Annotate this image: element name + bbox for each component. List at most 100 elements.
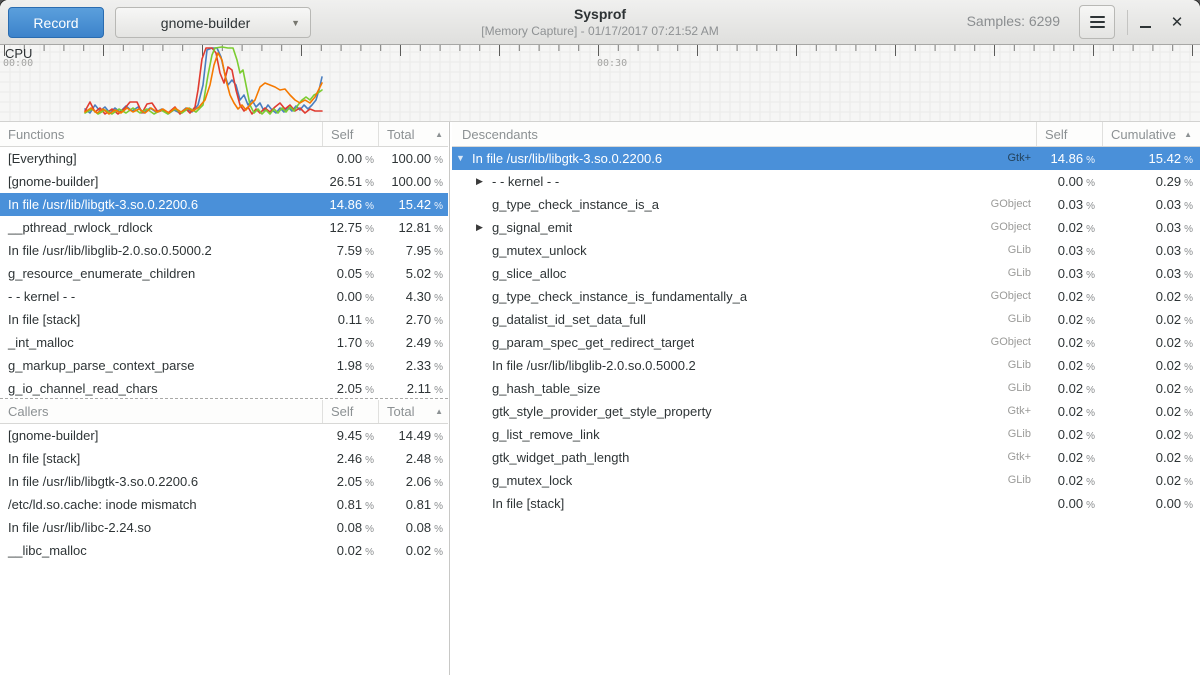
descendants-table-row[interactable]: g_param_spec_get_redirect_targetGObject0… [452, 331, 1200, 354]
self-percent: 0.00% [1037, 492, 1103, 515]
percent-sign: % [1086, 431, 1095, 442]
descendants-table-row[interactable]: g_mutex_lockGLib0.02%0.02% [452, 469, 1200, 492]
library-badge: GObject [983, 216, 1031, 239]
self-percent: 0.02% [323, 539, 379, 562]
descendants-table-row[interactable]: g_mutex_unlockGLib0.03%0.03% [452, 239, 1200, 262]
functions-table-row[interactable]: g_markup_parse_context_parse1.98%2.33% [0, 354, 448, 377]
descendants-table-row[interactable]: g_datalist_id_set_data_fullGLib0.02%0.02… [452, 308, 1200, 331]
descendants-table-row[interactable]: In file [stack]0.00%0.00% [452, 492, 1200, 515]
percent-sign: % [1184, 224, 1193, 235]
column-header-self[interactable]: Self [323, 400, 379, 423]
descendants-table-row[interactable]: gtk_widget_path_lengthGtk+0.02%0.02% [452, 446, 1200, 469]
total-percent: 0.02% [379, 539, 448, 562]
total-percent: 2.33% [379, 354, 448, 377]
functions-table-row[interactable]: In file [stack]0.11%2.70% [0, 308, 448, 331]
percent-sign: % [1184, 385, 1193, 396]
descendants-table-row[interactable]: g_slice_allocGLib0.03%0.03% [452, 262, 1200, 285]
descendants-table-row[interactable]: g_hash_table_sizeGLib0.02%0.02% [452, 377, 1200, 400]
cpu-graph[interactable]: CPU 00:00 00:30 [0, 45, 1200, 122]
function-name: g_signal_emit [492, 216, 572, 239]
library-badge: GLib [1000, 308, 1031, 331]
callers-table: [gnome-builder]9.45%14.49%In file [stack… [0, 424, 448, 562]
self-percent: 0.05% [323, 262, 379, 285]
record-button[interactable]: Record [8, 7, 104, 38]
sysprof-window: Record gnome-builder ▼ Sysprof [Memory C… [0, 0, 1200, 675]
function-name: _int_malloc [0, 331, 323, 354]
descendants-table-row[interactable]: In file /usr/lib/libglib-2.0.so.0.5000.2… [452, 354, 1200, 377]
self-percent: 2.05% [323, 377, 379, 398]
percent-sign: % [1086, 247, 1095, 258]
percent-sign: % [365, 155, 374, 166]
descendants-table-row[interactable]: gtk_style_provider_get_style_propertyGtk… [452, 400, 1200, 423]
functions-table-row[interactable]: [Everything]0.00%100.00% [0, 147, 448, 170]
descendants-table-row[interactable]: g_list_remove_linkGLib0.02%0.02% [452, 423, 1200, 446]
total-percent: 4.30% [379, 285, 448, 308]
callers-table-row[interactable]: __libc_malloc0.02%0.02% [0, 539, 448, 562]
self-percent: 0.11% [323, 308, 379, 331]
callers-table-row[interactable]: [gnome-builder]9.45%14.49% [0, 424, 448, 447]
self-percent: 0.03% [1037, 239, 1103, 262]
header-bar: Record gnome-builder ▼ Sysprof [Memory C… [0, 0, 1200, 45]
self-percent: 0.02% [1037, 354, 1103, 377]
function-name: g_list_remove_link [492, 423, 600, 446]
descendants-table-row[interactable]: g_type_check_instance_is_fundamentally_a… [452, 285, 1200, 308]
percent-sign: % [434, 201, 443, 212]
column-header-descendants[interactable]: Descendants [452, 122, 1037, 146]
callers-table-row[interactable]: /etc/ld.so.cache: inode mismatch0.81%0.8… [0, 493, 448, 516]
minimize-button[interactable] [1132, 8, 1158, 36]
cumulative-percent: 0.00% [1103, 492, 1200, 515]
process-selector-dropdown[interactable]: gnome-builder ▼ [115, 7, 311, 38]
percent-sign: % [365, 432, 374, 443]
expander-down-icon[interactable]: ▼ [456, 147, 472, 170]
column-header-cumulative[interactable]: Cumulative▲ [1103, 122, 1200, 146]
column-header-total[interactable]: Total▲ [379, 122, 448, 146]
self-percent: 0.02% [1037, 446, 1103, 469]
self-percent: 1.98% [323, 354, 379, 377]
functions-table-row[interactable]: - - kernel - -0.00%4.30% [0, 285, 448, 308]
percent-sign: % [1184, 454, 1193, 465]
column-header-self[interactable]: Self [1037, 122, 1103, 146]
percent-sign: % [434, 362, 443, 373]
main-content: Functions Self Total▲ [Everything]0.00%1… [0, 122, 1200, 675]
function-name: g_hash_table_size [492, 377, 600, 400]
function-name: gtk_style_provider_get_style_property [492, 400, 712, 423]
self-percent: 14.86% [323, 193, 379, 216]
menu-button[interactable] [1079, 5, 1115, 39]
column-header-total[interactable]: Total▲ [379, 400, 448, 423]
percent-sign: % [434, 270, 443, 281]
functions-table-row[interactable]: In file /usr/lib/libgtk-3.so.0.2200.614.… [0, 193, 448, 216]
close-button[interactable]: ✕ [1164, 8, 1190, 36]
functions-table-row[interactable]: [gnome-builder]26.51%100.00% [0, 170, 448, 193]
callers-table-row[interactable]: In file /usr/lib/libgtk-3.so.0.2200.62.0… [0, 470, 448, 493]
percent-sign: % [1086, 224, 1095, 235]
descendants-table-row[interactable]: ▼In file /usr/lib/libgtk-3.so.0.2200.6Gt… [452, 147, 1200, 170]
descendants-table-row[interactable]: g_type_check_instance_is_aGObject0.03%0.… [452, 193, 1200, 216]
functions-table: [Everything]0.00%100.00%[gnome-builder]2… [0, 147, 448, 398]
function-name: In file /usr/lib/libgtk-3.so.0.2200.6 [0, 193, 323, 216]
callers-table-header: Callers Self Total▲ [0, 400, 448, 424]
callers-table-row[interactable]: In file [stack]2.46%2.48% [0, 447, 448, 470]
self-percent: 0.03% [1037, 262, 1103, 285]
expander-right-icon[interactable]: ▶ [476, 216, 492, 239]
expander-right-icon[interactable]: ▶ [476, 170, 492, 193]
descendants-table-row[interactable]: ▶g_signal_emitGObject0.02%0.03% [452, 216, 1200, 239]
column-header-functions[interactable]: Functions [0, 122, 323, 146]
functions-table-row[interactable]: g_resource_enumerate_children0.05%5.02% [0, 262, 448, 285]
percent-sign: % [434, 316, 443, 327]
functions-table-header: Functions Self Total▲ [0, 122, 448, 147]
callers-table-row[interactable]: In file /usr/lib/libc-2.24.so0.08%0.08% [0, 516, 448, 539]
functions-table-row[interactable]: In file /usr/lib/libglib-2.0.so.0.5000.2… [0, 239, 448, 262]
column-header-callers[interactable]: Callers [0, 400, 323, 423]
functions-table-row[interactable]: __pthread_rwlock_rdlock12.75%12.81% [0, 216, 448, 239]
percent-sign: % [434, 247, 443, 258]
self-percent: 0.08% [323, 516, 379, 539]
column-header-self[interactable]: Self [323, 122, 379, 146]
function-name: __libc_malloc [0, 539, 323, 562]
functions-table-row[interactable]: g_io_channel_read_chars2.05%2.11% [0, 377, 448, 398]
descendants-table-row[interactable]: ▶- - kernel - -0.00%0.29% [452, 170, 1200, 193]
cpu-graph-canvas [0, 45, 1200, 122]
functions-table-row[interactable]: _int_malloc1.70%2.49% [0, 331, 448, 354]
descendants-table: ▼In file /usr/lib/libgtk-3.so.0.2200.6Gt… [452, 147, 1200, 515]
library-badge: GObject [983, 285, 1031, 308]
self-percent: 9.45% [323, 424, 379, 447]
